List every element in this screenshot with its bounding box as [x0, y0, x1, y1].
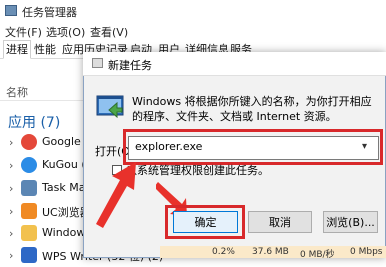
ok-highlight-box — [165, 205, 245, 239]
uc-browser-icon — [21, 203, 37, 219]
tab-processes[interactable]: 进程 — [3, 40, 31, 59]
column-header-name[interactable]: 名称 — [6, 84, 28, 100]
kugou-icon — [21, 157, 37, 173]
expand-chevron-icon[interactable]: › — [9, 182, 13, 195]
chrome-icon — [21, 134, 37, 150]
apps-group-header: 应用 (7) — [8, 115, 61, 131]
task-manager-title: 任务管理器 — [22, 6, 77, 19]
red-arrow-icon — [96, 162, 136, 228]
memory-value: 37.6 MB — [252, 247, 289, 257]
task-manager-app-icon — [5, 5, 17, 16]
run-icon — [96, 95, 124, 119]
cpu-value: 0.2% — [212, 247, 235, 257]
expand-chevron-icon[interactable]: › — [9, 159, 13, 172]
expand-chevron-icon[interactable]: › — [9, 249, 13, 262]
wps-writer-icon — [21, 247, 37, 263]
input-highlight-box — [123, 129, 383, 165]
network-value: 0 Mbps — [350, 247, 383, 257]
run-window-icon — [92, 58, 103, 68]
task-manager-icon — [21, 180, 37, 196]
expand-chevron-icon[interactable]: › — [9, 205, 13, 218]
disk-value: 0 MB/秒 — [300, 250, 335, 260]
dialog-title: 新建任务 — [108, 59, 152, 72]
browse-button[interactable]: 浏览(B)... — [323, 211, 378, 233]
expand-chevron-icon[interactable]: › — [9, 136, 13, 149]
menu-options[interactable]: 选项(O) — [46, 24, 85, 40]
menu-view[interactable]: 查看(V) — [90, 24, 128, 40]
menu-file[interactable]: 文件(F) — [5, 24, 42, 40]
dialog-description: Windows 将根据你所键入的名称，为你打开相应的程序、文件夹、文档或 Int… — [132, 95, 372, 123]
expand-chevron-icon[interactable]: › — [9, 227, 13, 240]
admin-checkbox-label: 以系统管理权限创建此任务。 — [126, 164, 269, 177]
tab-performance[interactable]: 性能 — [32, 41, 58, 58]
explorer-icon — [21, 225, 37, 241]
cancel-button[interactable]: 取消 — [248, 211, 312, 233]
